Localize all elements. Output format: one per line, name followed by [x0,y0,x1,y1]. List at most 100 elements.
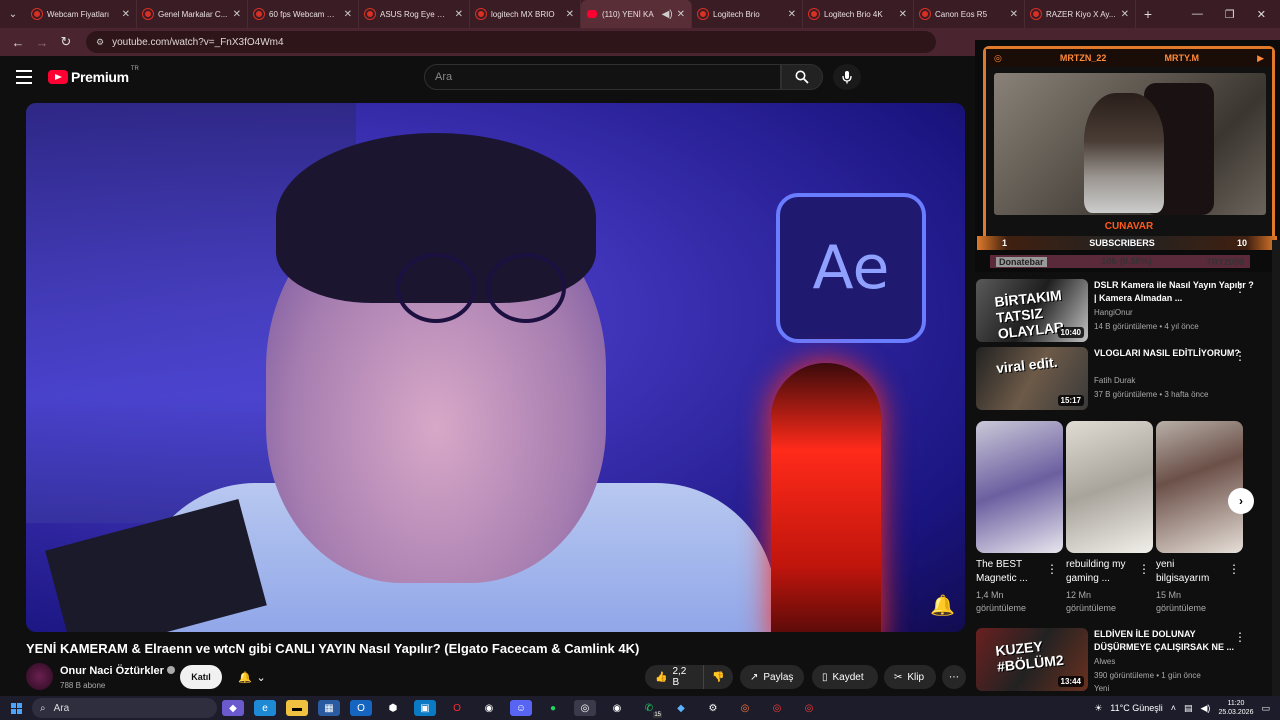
more-vertical-icon[interactable]: ⋮ [1228,562,1240,576]
close-window-icon[interactable]: ✕ [1257,8,1266,21]
browser-tab[interactable]: 60 fps Webcam M... ✕ [248,0,359,28]
start-button[interactable] [0,702,32,714]
browser-tab[interactable]: logitech MX BRIO ✕ [470,0,581,28]
short-title[interactable]: yeni bilgisayarım [1156,558,1226,586]
site-info-icon[interactable]: ⚙ [96,37,104,48]
more-vertical-icon[interactable]: ⋮ [1046,562,1058,576]
short-thumbnail[interactable] [1066,421,1153,553]
browser-tab-active[interactable]: (110) YENİ KA ◀) ✕ [581,0,692,28]
recommended-video[interactable]: viral edit. 15:17 VLOGLARI NASIL EDİTLİYO… [976,347,1272,411]
chrome-profile-icon[interactable]: ◎ [798,700,820,716]
more-vertical-icon[interactable]: ⋮ [1234,630,1246,644]
video-thumbnail[interactable]: viral edit. 15:17 [976,347,1088,410]
share-button[interactable]: ↗ Paylaş [740,665,804,689]
volume-icon[interactable]: ◀) [1201,703,1211,714]
weather-icon[interactable]: ☀ [1094,703,1102,714]
browser-tab[interactable]: Logitech Brio ✕ [692,0,803,28]
video-thumbnail[interactable]: KUZEY #BÖLÜM2 13:44 [976,628,1088,691]
youtube-logo[interactable]: Premium TR [48,66,139,85]
close-icon[interactable]: ✕ [677,9,685,20]
recommended-video-title[interactable]: VLOGLARI NASIL EDİTLİYORUM? [1094,347,1254,360]
file-explorer-icon[interactable]: ▬ [286,700,308,716]
short-thumbnail[interactable] [1156,421,1243,553]
reload-button[interactable]: ↻ [54,34,78,50]
notifications-icon[interactable]: ▭ [1261,703,1270,714]
recommended-channel[interactable]: HangiOnur [1094,308,1133,317]
recommended-channel[interactable]: Alwes [1094,657,1115,666]
close-icon[interactable]: ✕ [344,9,352,20]
channel-name[interactable]: Onur Naci Öztürkler [60,665,175,677]
store-icon[interactable]: ▦ [318,700,340,716]
page-scrollbar[interactable] [1272,240,1280,696]
short-title[interactable]: rebuilding my gaming ... [1066,558,1136,586]
edge-icon[interactable]: e [254,700,276,716]
minimize-icon[interactable]: — [1192,8,1203,21]
obs-icon[interactable]: ◉ [606,700,628,716]
more-vertical-icon[interactable]: ⋮ [1234,349,1246,363]
more-vertical-icon[interactable]: ⋮ [1138,562,1150,576]
close-icon[interactable]: ✕ [566,9,574,20]
taskbar-search[interactable]: ⌕ Ara [32,698,217,718]
browser-tab[interactable]: ASUS Rog Eye Us... ✕ [359,0,470,28]
like-button[interactable]: 👍 2,2 B [645,665,703,689]
recommended-video[interactable]: BİRTAKIM TATSIZ OLAYLAR 10:40 DSLR Kamera… [976,279,1272,343]
close-icon[interactable]: ✕ [1010,9,1018,20]
video-thumbnail[interactable]: BİRTAKIM TATSIZ OLAYLAR 10:40 [976,279,1088,342]
close-icon[interactable]: ✕ [788,9,796,20]
browser-tab[interactable]: Genel Markalar C... ✕ [137,0,248,28]
dislike-button[interactable]: 👎 [703,665,733,689]
steam-icon[interactable]: ◉ [478,700,500,716]
chrome-icon[interactable]: ◎ [574,700,596,716]
recommended-video-title[interactable]: ELDİVEN İLE DOLUNAY DÜŞÜRMEYE ÇALIŞIRSAK… [1094,628,1254,654]
chevron-up-icon[interactable]: ˄ [1171,703,1176,713]
subscription-bell-button[interactable]: 🔔 ⌄ [230,665,274,689]
close-icon[interactable]: ✕ [455,9,463,20]
chrome-profile-icon[interactable]: ◎ [734,700,756,716]
video-player[interactable]: Ae 🔔 [26,103,965,632]
chrome-profile-icon[interactable]: ◎ [766,700,788,716]
remote-desktop-icon[interactable]: ▣ [414,700,436,716]
browser-tab[interactable]: Logitech Brio 4K ✕ [803,0,914,28]
network-icon[interactable]: ▤ [1184,703,1193,714]
spotify-icon[interactable]: ● [542,700,564,716]
new-tab-button[interactable]: + [1136,6,1160,22]
save-button[interactable]: ▯ Kaydet [812,665,878,689]
whatsapp-icon[interactable]: ✆ 15 [638,700,662,718]
copilot-icon[interactable]: ◆ [222,700,244,716]
short-thumbnail[interactable] [976,421,1063,553]
browser-tab[interactable]: RAZER Kiyo X Ay... ✕ [1025,0,1136,28]
search-button[interactable] [781,64,823,90]
close-icon[interactable]: ✕ [233,9,241,20]
recommended-video-title[interactable]: DSLR Kamera ile Nasıl Yayın Yapılır ? | … [1094,279,1254,305]
browser-tab[interactable]: Webcam Fiyatları ✕ [26,0,137,28]
recommended-video[interactable]: KUZEY #BÖLÜM2 13:44 ELDİVEN İLE DOLUNAY D… [976,628,1272,693]
app-icon[interactable]: ◆ [670,700,692,716]
close-icon[interactable]: ✕ [899,9,907,20]
channel-avatar[interactable] [26,663,53,690]
opera-icon[interactable]: O [446,700,468,716]
speaker-icon[interactable]: ◀) [662,9,673,20]
outlook-icon[interactable]: O [350,700,372,716]
weather-text[interactable]: 11°C Güneşli [1110,703,1162,713]
restore-icon[interactable]: ❐ [1225,8,1235,21]
discord-icon[interactable]: ☺ [510,700,532,716]
short-title[interactable]: The BEST Magnetic ... [976,558,1046,586]
hamburger-menu-icon[interactable] [16,70,32,84]
settings-icon[interactable]: ⚙ [702,700,724,716]
close-icon[interactable]: ✕ [1121,9,1129,20]
more-actions-button[interactable]: ⋯ [942,665,966,689]
url-input[interactable]: ⚙ youtube.com/watch?v=_FnX3fO4Wm4 [86,31,936,53]
clock[interactable]: 11:20 25.03.2026 [1218,699,1253,717]
voice-search-button[interactable] [833,64,861,90]
forward-button[interactable]: → [30,35,54,50]
join-button[interactable]: Katıl [180,665,222,689]
tab-search-icon[interactable]: ⌄ [0,0,26,28]
more-vertical-icon[interactable]: ⋮ [1234,281,1246,295]
recommended-channel[interactable]: Fatih Durak [1094,376,1135,385]
back-button[interactable]: ← [6,35,30,50]
search-input[interactable]: Ara [424,64,781,90]
close-icon[interactable]: ✕ [122,9,130,20]
chevron-right-icon[interactable]: › [1228,488,1254,514]
browser-tab[interactable]: Canon Eos R5 ✕ [914,0,1025,28]
clip-button[interactable]: ✂ Klip [884,665,936,689]
